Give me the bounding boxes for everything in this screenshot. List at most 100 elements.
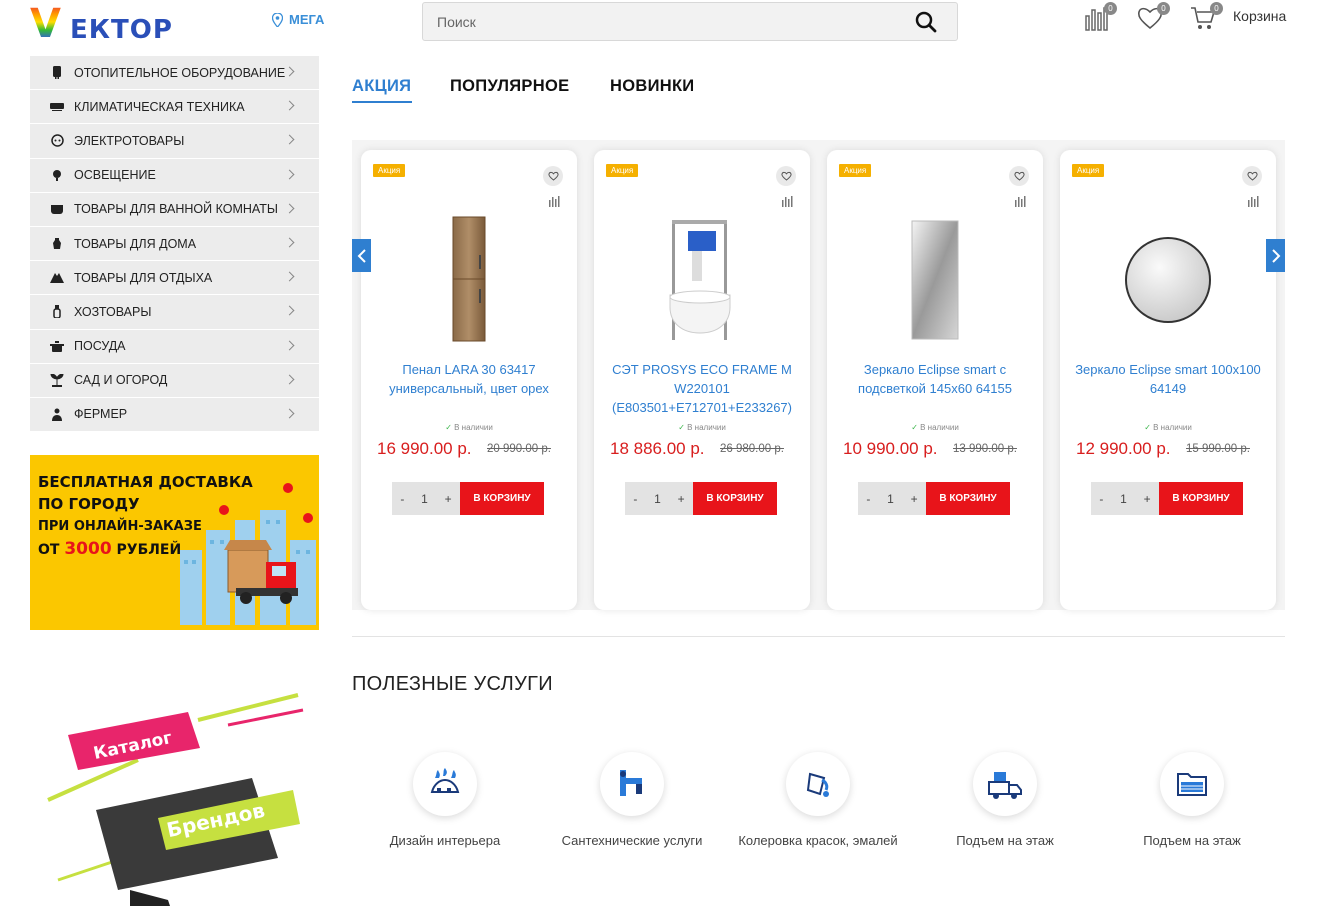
service-item[interactable]: Дизайн интерьера	[355, 752, 535, 848]
sidebar-item-label: ОСВЕЩЕНИЕ	[74, 168, 156, 183]
add-to-favorites-button[interactable]	[543, 166, 563, 186]
service-item[interactable]: Колеровка красок, эмалей	[728, 752, 908, 848]
old-price: 15 990.00 р.	[1186, 443, 1250, 455]
heart-icon	[1246, 171, 1258, 181]
cart-label[interactable]: Корзина	[1233, 8, 1286, 24]
logo[interactable]: V ЕКТОР	[30, 1, 180, 47]
favorites-count: 0	[1157, 2, 1170, 15]
qty-value[interactable]: 1	[421, 492, 428, 506]
sidebar-item[interactable]: ОСВЕЩЕНИЕ	[30, 158, 319, 193]
sidebar-item[interactable]: ОТОПИТЕЛЬНОЕ ОБОРУДОВАНИЕ	[30, 56, 319, 91]
compare-icon[interactable]	[548, 195, 560, 207]
cart-count: 0	[1210, 2, 1223, 15]
quantity-stepper: - 1 +	[1091, 482, 1159, 515]
increase-qty-button[interactable]: +	[445, 492, 452, 506]
decrease-qty-button[interactable]: -	[633, 492, 637, 506]
old-price: 26 980.00 р.	[720, 443, 784, 455]
sidebar-item-label: ОТОПИТЕЛЬНОЕ ОБОРУДОВАНИЕ	[74, 65, 286, 80]
stock-status: ✓ В наличии	[1060, 423, 1276, 432]
free-delivery-banner[interactable]: БЕСПЛАТНАЯ ДОСТАВКА ПО ГОРОДУ ПРИ ОНЛАЙН…	[30, 455, 319, 630]
service-item[interactable]: Сантехнические услуги	[542, 752, 722, 848]
add-to-cart-button[interactable]: В КОРЗИНУ	[926, 482, 1010, 515]
decrease-qty-button[interactable]: -	[866, 492, 870, 506]
service-label: Подъем на этаж	[1143, 833, 1241, 848]
add-to-cart-button[interactable]: В КОРЗИНУ	[693, 482, 777, 515]
product-image[interactable]	[1060, 210, 1276, 350]
carousel-next-button[interactable]	[1266, 239, 1285, 272]
product-title[interactable]: СЭТ PROSYS ECO FRAME M W220101 (E803501+…	[604, 360, 800, 417]
compare-icon[interactable]	[1014, 195, 1026, 207]
product-title[interactable]: Зеркало Eclipse smart с подсветкой 145х6…	[837, 360, 1033, 398]
product-card[interactable]: Акция СЭТ PROSYS ECO FRAME M W220101 (E80…	[594, 150, 810, 610]
chevron-right-icon	[284, 271, 295, 282]
services-title: ПОЛЕЗНЫЕ УСЛУГИ	[352, 673, 553, 695]
add-to-favorites-button[interactable]	[1242, 166, 1262, 186]
cart-button[interactable]: 0	[1189, 2, 1223, 34]
sidebar-item-label: ТОВАРЫ ДЛЯ ОТДЫХА	[74, 270, 213, 285]
sidebar-item[interactable]: ФЕРМЕР	[30, 397, 319, 433]
service-item[interactable]: Подъем на этаж	[1102, 752, 1282, 848]
carousel-prev-button[interactable]	[352, 239, 371, 272]
favorites-button[interactable]: 0	[1136, 2, 1170, 34]
quantity-stepper: - 1 +	[392, 482, 460, 515]
product-image[interactable]	[361, 210, 577, 350]
air-conditioner-icon	[50, 100, 64, 114]
qty-value[interactable]: 1	[654, 492, 661, 506]
stock-status: ✓ В наличии	[594, 423, 810, 432]
logo-letter: V	[30, 1, 61, 47]
increase-qty-button[interactable]: +	[911, 492, 918, 506]
add-to-favorites-button[interactable]	[776, 166, 796, 186]
category-sidebar: ОТОПИТЕЛЬНОЕ ОБОРУДОВАНИЕ КЛИМАТИЧЕСКАЯ Т…	[30, 56, 319, 433]
sidebar-item[interactable]: САД И ОГОРОД	[30, 363, 319, 398]
interior-design-icon	[413, 752, 477, 816]
qty-value[interactable]: 1	[1120, 492, 1127, 506]
compare-count: 0	[1104, 2, 1117, 15]
compare-icon[interactable]	[1247, 195, 1259, 207]
chevron-right-icon	[284, 66, 295, 77]
search-icon[interactable]	[915, 11, 937, 33]
sidebar-item[interactable]: ТОВАРЫ ДЛЯ ДОМА	[30, 226, 319, 262]
decrease-qty-button[interactable]: -	[1099, 492, 1103, 506]
add-to-favorites-button[interactable]	[1009, 166, 1029, 186]
product-card[interactable]: Акция Зеркало Eclipse smart 100х100 64149…	[1060, 150, 1276, 610]
sidebar-item[interactable]: ПОСУДА	[30, 329, 319, 364]
location-label: МЕГА	[289, 12, 325, 27]
chevron-left-icon	[357, 248, 366, 263]
location-selector[interactable]: МЕГА	[272, 12, 324, 27]
old-price: 20 990.00 р.	[487, 443, 551, 455]
add-to-cart-button[interactable]: В КОРЗИНУ	[460, 482, 544, 515]
plumbing-icon	[600, 752, 664, 816]
old-price: 13 990.00 р.	[953, 443, 1017, 455]
service-item[interactable]: Подъем на этаж	[915, 752, 1095, 848]
quantity-stepper: - 1 +	[858, 482, 926, 515]
product-title[interactable]: Пенал LARA 30 63417 универсальный, цвет …	[371, 360, 567, 398]
sidebar-item[interactable]: КЛИМАТИЧЕСКАЯ ТЕХНИКА	[30, 90, 319, 125]
tab-new[interactable]: НОВИНКИ	[610, 77, 694, 96]
sidebar-item[interactable]: ТОВАРЫ ДЛЯ ВАННОЙ КОМНАТЫ	[30, 192, 319, 227]
sidebar-item-label: ПОСУДА	[74, 339, 126, 354]
product-card[interactable]: Акция Пенал LARA 30 63417 универсальный, …	[361, 150, 577, 610]
qty-value[interactable]: 1	[887, 492, 894, 506]
sidebar-item[interactable]: ЭЛЕКТРОТОВАРЫ	[30, 124, 319, 159]
product-title[interactable]: Зеркало Eclipse smart 100х100 64149	[1070, 360, 1266, 398]
product-price: 10 990.00 р.	[843, 439, 938, 458]
product-image[interactable]	[827, 210, 1043, 350]
compare-icon[interactable]	[781, 195, 793, 207]
sidebar-item-label: ЭЛЕКТРОТОВАРЫ	[74, 133, 185, 148]
product-card[interactable]: Акция Зеркало Eclipse smart с подсветкой …	[827, 150, 1043, 610]
search-input[interactable]	[423, 3, 903, 40]
chevron-right-icon	[284, 100, 295, 111]
sidebar-item[interactable]: ХОЗТОВАРЫ	[30, 295, 319, 330]
increase-qty-button[interactable]: +	[678, 492, 685, 506]
add-to-cart-button[interactable]: В КОРЗИНУ	[1159, 482, 1243, 515]
plant-icon	[50, 373, 64, 387]
tab-popular[interactable]: ПОПУЛЯРНОЕ	[450, 77, 569, 96]
sidebar-item[interactable]: ТОВАРЫ ДЛЯ ОТДЫХА	[30, 261, 319, 296]
brands-catalog-banner[interactable]: Каталог ВЕДУЩИХ Брендов	[38, 690, 308, 906]
tab-promo[interactable]: АКЦИЯ	[352, 77, 411, 96]
logo-text: ЕКТОР	[70, 15, 173, 45]
product-image[interactable]	[594, 210, 810, 350]
increase-qty-button[interactable]: +	[1144, 492, 1151, 506]
compare-button[interactable]: 0	[1083, 2, 1117, 34]
decrease-qty-button[interactable]: -	[400, 492, 404, 506]
